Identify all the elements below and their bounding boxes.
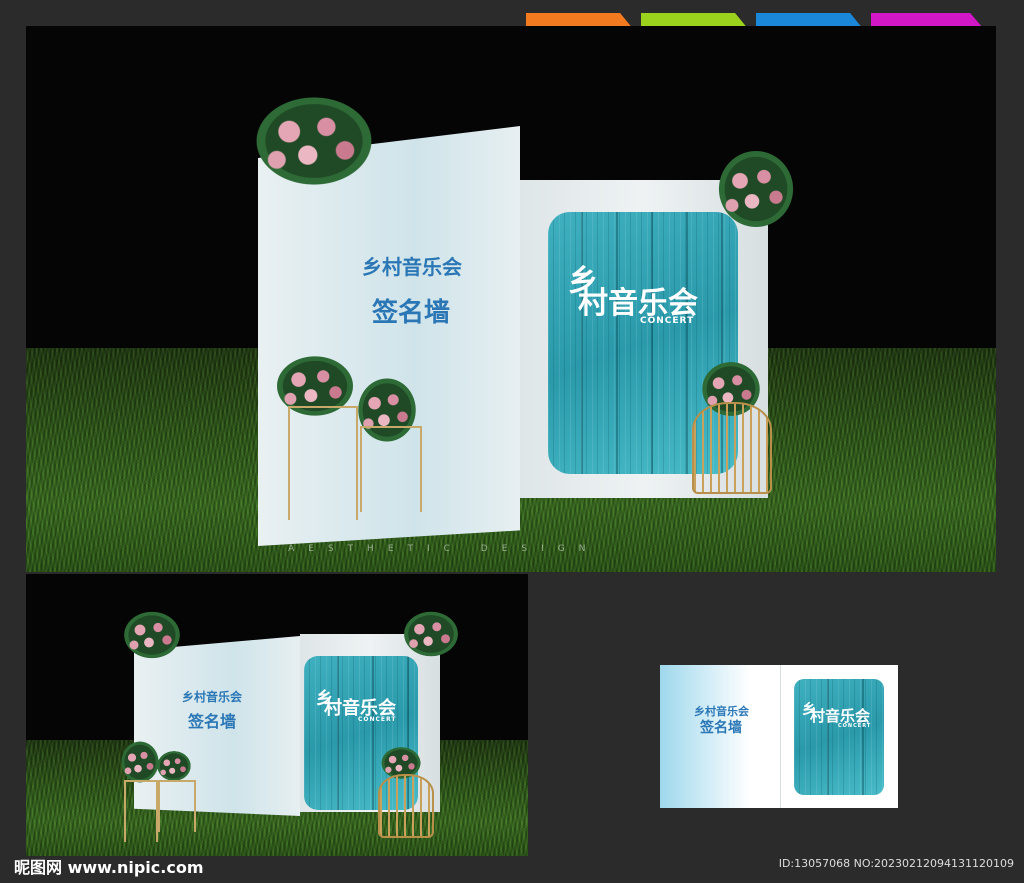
bird-cage-small (378, 774, 434, 838)
flat-wood-panel: 乡 村音乐会 CONCERT (794, 679, 884, 795)
flower-top-left-small (122, 610, 182, 660)
flat-title-line2: 签名墙 (700, 720, 742, 736)
wall-title-line1-small: 乡村音乐会 (182, 690, 243, 704)
flat-artwork: 乡村音乐会 签名墙 乡 村音乐会 CONCERT (660, 665, 898, 808)
flower-top-right (716, 148, 796, 230)
main-render: 乡 村音乐会 CONCERT 乡村音乐会 签名墙 AESTHETIC DESIG… (26, 26, 996, 572)
wall-title-line1: 乡村音乐会 (362, 255, 462, 279)
flower-stand-small-tall (124, 780, 158, 842)
id-watermark: ID:13057068 NO:20230212094131120109 (778, 857, 1014, 870)
flat-fold-line (780, 665, 781, 808)
flower-stand-small-short (158, 780, 196, 832)
wood-logo-sub-2: CONCERT (358, 716, 397, 723)
flower-top-left (252, 94, 376, 188)
site-watermark: 昵图网 www.nipic.com (14, 858, 204, 877)
floor-text: AESTHETIC DESIGN (288, 544, 600, 554)
wood-logo-sub: CONCERT (640, 316, 695, 326)
bird-cage (692, 402, 772, 494)
flower-stand-small (120, 740, 160, 784)
side-render: 乡 村音乐会 CONCERT 乡村音乐会 签名墙 (26, 574, 528, 856)
wall-title-line2: 签名墙 (372, 298, 451, 328)
flat-logo-sub: CONCERT (838, 723, 872, 729)
flower-stand-short (360, 426, 422, 512)
flower-stand-tall (288, 406, 358, 520)
wall-title-line2-small: 签名墙 (188, 712, 237, 731)
flower-stand-small-2 (156, 750, 192, 782)
flower-top-right-small (402, 610, 460, 658)
